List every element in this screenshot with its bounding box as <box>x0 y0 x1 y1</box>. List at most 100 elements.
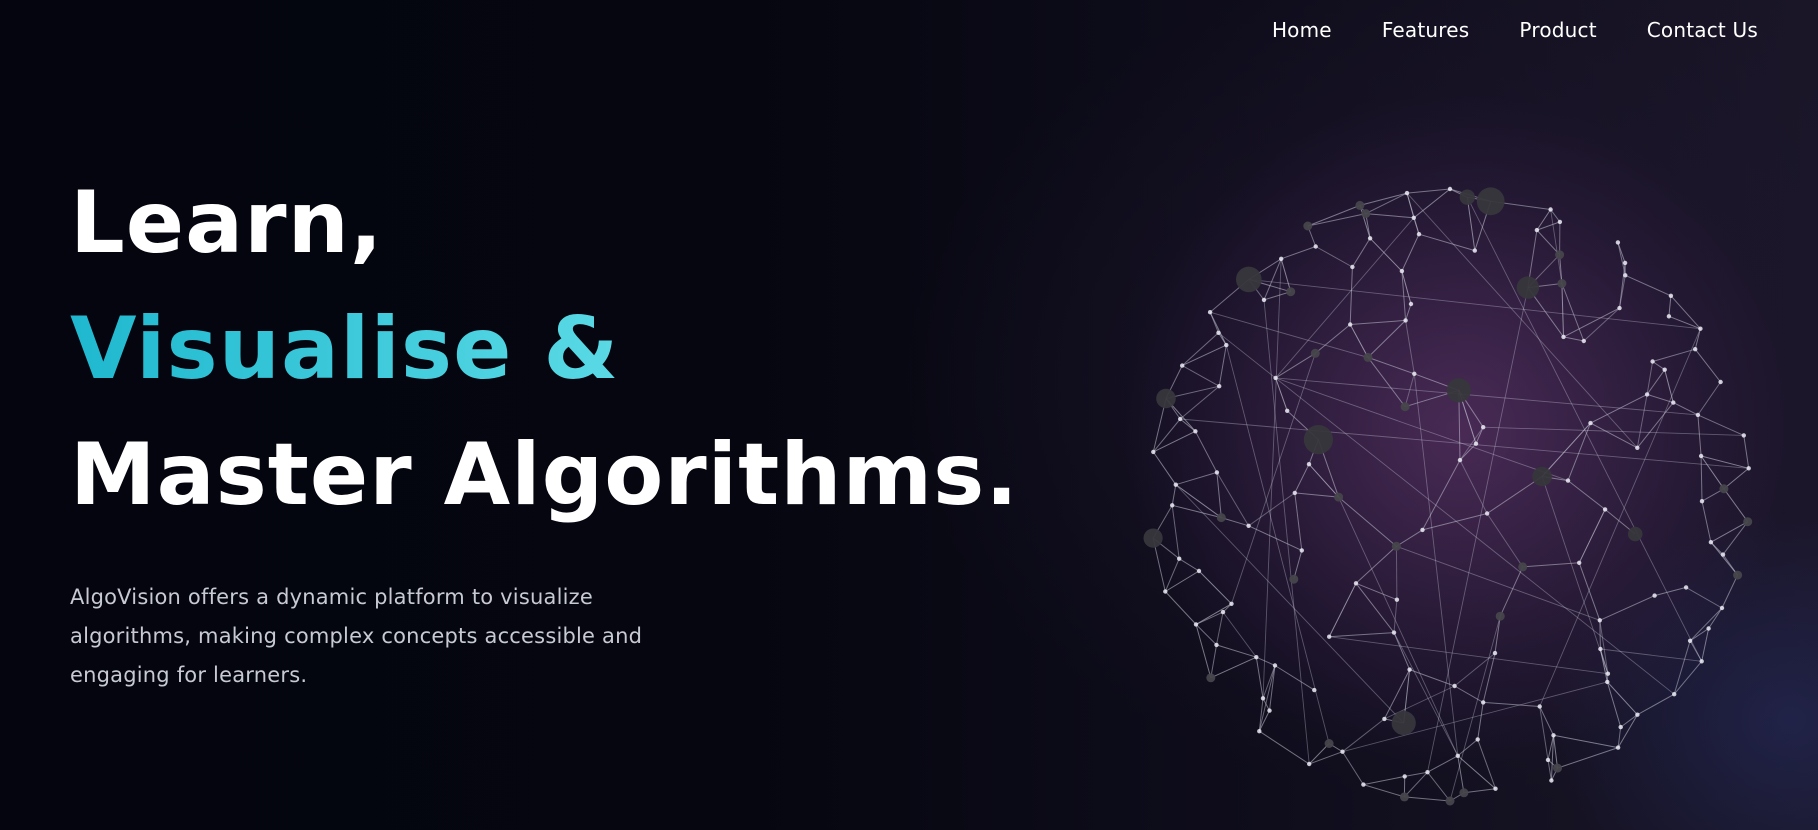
sphere-edge <box>1405 320 1415 374</box>
sphere-node <box>1623 273 1628 278</box>
sphere-node <box>1403 318 1408 323</box>
sphere-edge <box>1393 632 1459 757</box>
sphere-node <box>1363 352 1373 362</box>
sphere-node <box>1557 219 1563 225</box>
sphere-node <box>1693 347 1698 352</box>
sphere-edge <box>1697 414 1745 436</box>
nav-link-features[interactable]: Features <box>1382 18 1470 42</box>
sphere-node <box>1598 646 1603 652</box>
sphere-node <box>1518 562 1528 572</box>
sphere-node <box>1532 466 1552 487</box>
sphere-edge <box>1216 612 1224 645</box>
sphere-edge <box>1275 377 1698 416</box>
sphere-node <box>1420 527 1425 533</box>
sphere-nodes <box>1143 186 1753 806</box>
sphere-node <box>1472 248 1477 253</box>
sphere-node <box>1698 453 1704 459</box>
sphere-node <box>1313 244 1318 249</box>
sphere-node <box>1246 523 1251 528</box>
sphere-edge <box>1710 541 1724 555</box>
sphere-node <box>1445 796 1455 806</box>
sphere-node <box>1178 416 1183 422</box>
sphere-node <box>1650 359 1655 364</box>
sphere-node <box>1476 187 1505 216</box>
sphere-edge <box>1218 345 1227 387</box>
sphere-node <box>1618 724 1623 730</box>
sphere-edge <box>1307 213 1366 227</box>
sphere-edge <box>1689 607 1723 642</box>
sphere-node <box>1459 788 1469 798</box>
sphere-edge <box>1697 381 1722 416</box>
sphere-edge <box>1486 476 1543 514</box>
sphere-edge <box>1225 344 1330 744</box>
sphere-edge <box>1536 221 1561 231</box>
sphere-edge <box>1255 657 1264 699</box>
sphere-edge <box>1701 501 1712 543</box>
sphere-node <box>1307 761 1312 767</box>
network-sphere-graphic <box>1143 186 1753 806</box>
sphere-node <box>1156 388 1176 409</box>
sphere-edge <box>1617 714 1638 748</box>
sphere-edge <box>1406 192 1638 449</box>
nav-link-home[interactable]: Home <box>1272 18 1332 42</box>
sphere-node <box>1394 597 1400 602</box>
sphere-node <box>1475 737 1480 742</box>
sphere-edge <box>1393 599 1398 633</box>
sphere-node <box>1602 507 1608 512</box>
sphere-node <box>1577 560 1582 565</box>
sphere-edge <box>1248 278 1701 330</box>
sphere-node <box>1163 589 1168 594</box>
sphere-node <box>1561 334 1566 340</box>
sphere-node <box>1348 322 1353 327</box>
sphere-edge <box>1599 595 1655 621</box>
sphere-node <box>1457 457 1463 463</box>
sphere-node <box>1267 708 1272 713</box>
sphere-node <box>1652 593 1657 598</box>
sphere-node <box>1551 733 1556 738</box>
sphere-edge <box>1486 513 1524 568</box>
hero-section: Learn, Visualise & Master Algorithms. Al… <box>70 160 1019 695</box>
sphere-edge <box>1625 274 1672 297</box>
sphere-edge <box>1153 430 1196 453</box>
sphere-edge <box>1670 295 1701 330</box>
hero-description: AlgoVision offers a dynamic platform to … <box>70 585 643 687</box>
sphere-edge <box>1395 546 1398 600</box>
sphere-edge <box>1329 632 1395 638</box>
sphere-edge <box>1477 702 1484 740</box>
sphere-edge <box>1328 583 1357 637</box>
sphere-edge <box>1457 739 1479 757</box>
sphere-edge <box>1401 233 1420 272</box>
nav-link-contact-us[interactable]: Contact Us <box>1647 18 1758 42</box>
sphere-edge <box>1406 188 1451 194</box>
sphere-node <box>1391 710 1416 736</box>
sphere-node <box>1605 679 1610 685</box>
sphere-node <box>1273 375 1278 381</box>
sphere-node <box>1216 513 1226 523</box>
sphere-edge <box>1483 701 1540 707</box>
sphere-node <box>1548 207 1553 212</box>
sphere-edge <box>1259 730 1310 765</box>
top-nav: Home Features Product Contact Us <box>1272 18 1758 42</box>
sphere-edge <box>1636 402 1674 449</box>
sphere-edge <box>1463 788 1496 794</box>
sphere-edge <box>1536 209 1552 231</box>
sphere-edge <box>1694 348 1721 383</box>
sphere-edge <box>1567 422 1591 481</box>
sphere-node <box>1285 408 1290 413</box>
sphere-node <box>1425 770 1430 775</box>
sphere-node <box>1493 786 1498 791</box>
sphere-edge <box>1708 607 1723 629</box>
sphere-node <box>1492 650 1498 656</box>
sphere-node <box>1549 778 1554 783</box>
sphere-edge <box>1636 394 1648 448</box>
sphere-node <box>1481 700 1486 705</box>
sphere-edge <box>1427 771 1451 802</box>
nav-link-product[interactable]: Product <box>1519 18 1596 42</box>
headline-line-visualise: Visualise & <box>70 286 1019 412</box>
sphere-node <box>1400 402 1410 412</box>
sphere-edge <box>1367 357 1406 408</box>
sphere-node <box>1672 692 1677 697</box>
sphere-edge <box>1218 332 1675 695</box>
sphere-node <box>1312 687 1317 693</box>
sphere-node <box>1534 227 1540 233</box>
